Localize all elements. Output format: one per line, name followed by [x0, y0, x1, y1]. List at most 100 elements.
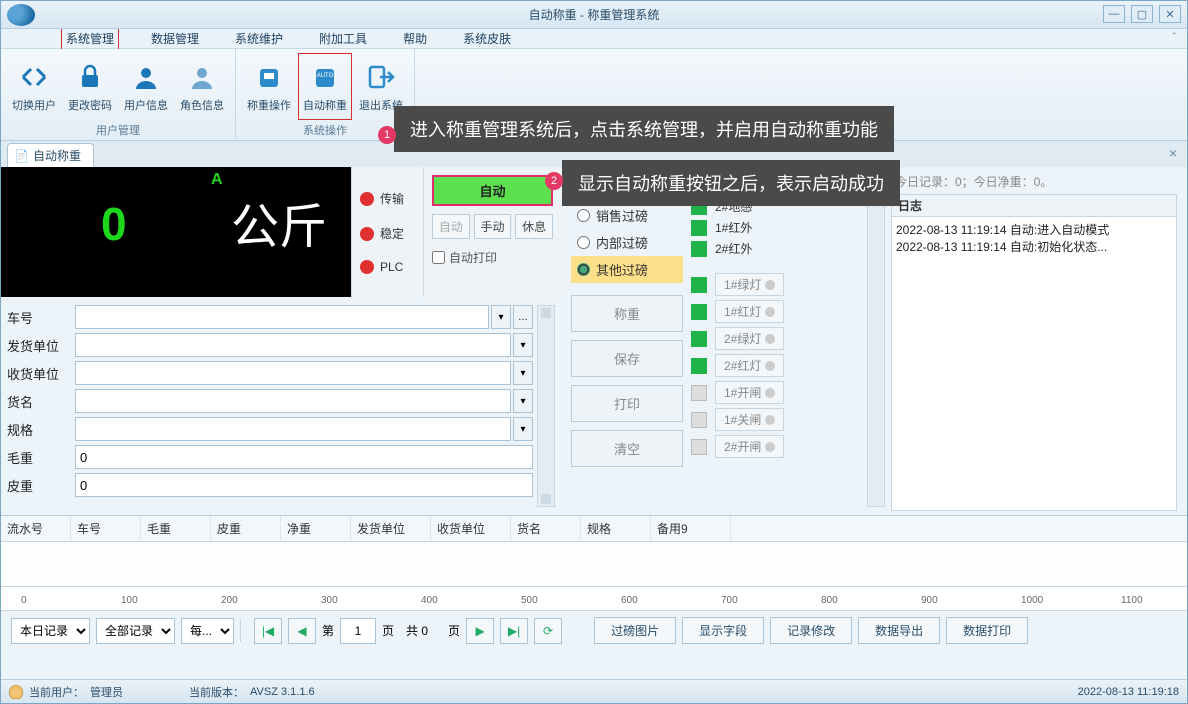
- mini-dot-icon: [765, 388, 775, 398]
- th-备用9[interactable]: 备用9: [651, 516, 731, 541]
- ribbon-group-user: 切换用户 更改密码 用户信息 角色信息 用户管理: [1, 49, 236, 140]
- pager-fields-button[interactable]: 显示字段: [682, 617, 764, 644]
- sensor-indicator-icon: [691, 385, 707, 401]
- pager-date-select[interactable]: 本日记录: [11, 618, 90, 644]
- lock-icon: [74, 61, 106, 93]
- ruler: 010020030040050060070080090010001100: [1, 586, 1187, 610]
- sensor-button-2#开闸[interactable]: 2#开闸: [715, 435, 784, 458]
- th-发货单位[interactable]: 发货单位: [351, 516, 431, 541]
- th-货名[interactable]: 货名: [511, 516, 581, 541]
- th-规格[interactable]: 规格: [581, 516, 651, 541]
- form-label: 车号: [7, 308, 75, 327]
- action-称重[interactable]: 称重: [571, 295, 683, 332]
- sensor-btn-row: 2#开闸: [691, 435, 857, 458]
- mini-dot-icon: [765, 307, 775, 317]
- auto-weigh-button[interactable]: AUTO自动称重: [298, 53, 352, 120]
- radio-其他过磅[interactable]: 其他过磅: [571, 256, 683, 283]
- switch-user-button[interactable]: 切换用户: [7, 53, 61, 120]
- sensor-1#红外: 1#红外: [691, 219, 857, 236]
- form-input-发货单位[interactable]: [75, 333, 511, 357]
- sensor-button-2#红灯[interactable]: 2#红灯: [715, 354, 784, 377]
- sensor-button-1#红灯[interactable]: 1#红灯: [715, 300, 784, 323]
- form-label: 发货单位: [7, 336, 75, 355]
- form-input-收货单位[interactable]: [75, 361, 511, 385]
- action-打印[interactable]: 打印: [571, 385, 683, 422]
- mode-rest-button[interactable]: 休息: [515, 214, 553, 239]
- minimize-button[interactable]: —: [1103, 5, 1125, 23]
- sensor-button-1#关闸[interactable]: 1#关闸: [715, 408, 784, 431]
- th-车号[interactable]: 车号: [71, 516, 141, 541]
- role-info-button[interactable]: 角色信息: [175, 53, 229, 120]
- sensor-button-1#开闸[interactable]: 1#开闸: [715, 381, 784, 404]
- mode-auto-button[interactable]: 自动: [432, 214, 470, 239]
- dropdown-button[interactable]: ▾: [513, 417, 533, 441]
- action-清空[interactable]: 清空: [571, 430, 683, 467]
- menu-skin[interactable]: 系统皮肤: [459, 28, 515, 49]
- menu-data-manage[interactable]: 数据管理: [147, 28, 203, 49]
- weigh-operate-button[interactable]: 称重操作: [242, 53, 296, 120]
- menubar: 系统管理 数据管理 系统维护 附加工具 帮助 系统皮肤 ˇ: [1, 29, 1187, 49]
- autoprint-checkbox[interactable]: 自动打印: [432, 249, 553, 266]
- action-保存[interactable]: 保存: [571, 340, 683, 377]
- dropdown-button[interactable]: ▾: [513, 389, 533, 413]
- sensor-button-2#绿灯[interactable]: 2#绿灯: [715, 327, 784, 350]
- form-row-5: 毛重: [7, 445, 533, 469]
- role-icon: [186, 61, 218, 93]
- ribbon-group-user-label: 用户管理: [7, 120, 229, 138]
- dropdown-button[interactable]: ▾: [513, 361, 533, 385]
- form-input-车号[interactable]: [75, 305, 489, 329]
- form-input-皮重[interactable]: [75, 473, 533, 497]
- pager-last-button[interactable]: ▶|: [500, 618, 528, 644]
- menu-addon-tools[interactable]: 附加工具: [315, 28, 371, 49]
- pager-filter-select[interactable]: 全部记录: [96, 618, 175, 644]
- callout-2: 显示自动称重按钮之后，表示启动成功: [562, 160, 900, 206]
- radio-内部过磅[interactable]: 内部过磅: [571, 229, 683, 256]
- close-button[interactable]: ✕: [1159, 5, 1181, 23]
- form-label: 货名: [7, 392, 75, 411]
- dropdown-button[interactable]: ▾: [491, 305, 511, 329]
- th-皮重[interactable]: 皮重: [211, 516, 281, 541]
- sensor-btn-row: 2#红灯: [691, 354, 857, 377]
- radio-销售过磅[interactable]: 销售过磅: [571, 202, 683, 229]
- window-title: 自动称重 - 称重管理系统: [529, 6, 660, 23]
- pager-prev-button[interactable]: ◀: [288, 618, 316, 644]
- th-毛重[interactable]: 毛重: [141, 516, 211, 541]
- mid-scrollbar[interactable]: [867, 175, 885, 507]
- pager-pagesize-select[interactable]: 每...: [181, 618, 234, 644]
- form-scrollbar[interactable]: [537, 305, 555, 507]
- tab-close-button[interactable]: ×: [1169, 145, 1177, 161]
- form-input-货名[interactable]: [75, 389, 511, 413]
- app-window: 自动称重 - 称重管理系统 — ▢ ✕ 系统管理 数据管理 系统维护 附加工具 …: [0, 0, 1188, 704]
- ribbon-collapse-icon[interactable]: ˇ: [1169, 30, 1180, 45]
- form-input-规格[interactable]: [75, 417, 511, 441]
- th-流水号[interactable]: 流水号: [1, 516, 71, 541]
- form-input-毛重[interactable]: [75, 445, 533, 469]
- menu-help[interactable]: 帮助: [399, 28, 431, 49]
- dot-icon: [360, 260, 374, 274]
- pager-print-button[interactable]: 数据打印: [946, 617, 1028, 644]
- user-info-button[interactable]: 用户信息: [119, 53, 173, 120]
- pager-edit-button[interactable]: 记录修改: [770, 617, 852, 644]
- display-channel: A: [211, 171, 223, 189]
- th-收货单位[interactable]: 收货单位: [431, 516, 511, 541]
- sensor-btn-row: 1#开闸: [691, 381, 857, 404]
- more-button[interactable]: …: [513, 305, 533, 329]
- maximize-button[interactable]: ▢: [1131, 5, 1153, 23]
- pager-first-button[interactable]: |◀: [254, 618, 282, 644]
- pager-image-button[interactable]: 过磅图片: [594, 617, 676, 644]
- sensor-indicator-icon: [691, 331, 707, 347]
- menu-system-manage[interactable]: 系统管理: [61, 27, 119, 50]
- mode-manual-button[interactable]: 手动: [474, 214, 512, 239]
- th-净重[interactable]: 净重: [281, 516, 351, 541]
- pager-page-input[interactable]: [340, 618, 376, 644]
- pager-refresh-button[interactable]: ⟳: [534, 618, 562, 644]
- log-line: 2022-08-13 11:19:14 自动:进入自动模式: [896, 221, 1172, 238]
- change-password-button[interactable]: 更改密码: [63, 53, 117, 120]
- pager-export-button[interactable]: 数据导出: [858, 617, 940, 644]
- sensor-button-1#绿灯[interactable]: 1#绿灯: [715, 273, 784, 296]
- pager-next-button[interactable]: ▶: [466, 618, 494, 644]
- menu-system-maintain[interactable]: 系统维护: [231, 28, 287, 49]
- tab-auto-weigh[interactable]: 📄 自动称重: [7, 143, 94, 167]
- dropdown-button[interactable]: ▾: [513, 333, 533, 357]
- status-stable: 稳定: [352, 225, 423, 242]
